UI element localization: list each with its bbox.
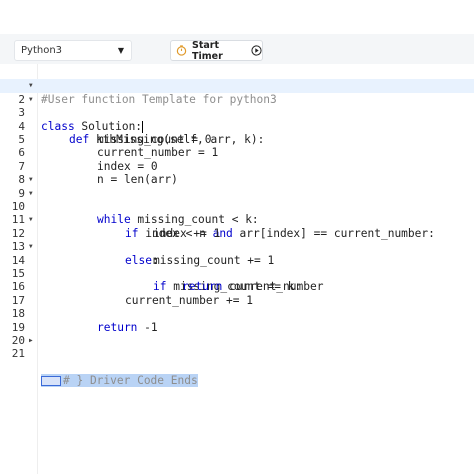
code-line[interactable]: 18 return -1 xyxy=(0,294,474,333)
start-timer-label: Start Timer xyxy=(192,39,223,62)
code-line[interactable]: 17 xyxy=(0,280,474,307)
code-line[interactable]: 4 missing_count = 0 xyxy=(0,106,474,146)
fold-arrow-icon[interactable]: ▼ xyxy=(29,93,33,106)
line-number: 21 xyxy=(11,347,25,361)
language-select[interactable]: Python3 ▼ xyxy=(14,40,132,61)
play-icon xyxy=(251,45,262,57)
code-line[interactable]: 15 return current_number xyxy=(0,254,474,293)
folded-code-marker-icon[interactable] xyxy=(41,376,61,387)
fold-arrow-icon[interactable]: ▶ xyxy=(29,334,33,347)
language-select-value: Python3 xyxy=(21,45,63,56)
fold-arrow-icon[interactable]: ▼ xyxy=(29,79,33,92)
code-line[interactable]: 14 ▼ if missing_count == k: xyxy=(0,240,474,293)
code-line[interactable]: 8 xyxy=(0,160,474,186)
code-line[interactable]: 19 xyxy=(0,307,474,334)
start-timer-button[interactable]: Start Timer xyxy=(170,39,263,62)
code-line[interactable]: 6 index = 0 xyxy=(0,133,474,172)
code-line[interactable]: 13 missing_count += 1 xyxy=(0,227,474,266)
code-line[interactable]: 1 #User function Template for python3 xyxy=(0,66,474,105)
comment-text: # } Driver Code Ends xyxy=(63,374,198,388)
code-line-active[interactable]: 2 ▼ class Solution: xyxy=(0,79,474,133)
folded-code-region[interactable]: # } Driver Code Ends xyxy=(41,374,198,388)
code-line[interactable]: 3 ▼ def kthMissing(self, arr, k): xyxy=(0,93,474,146)
code-line[interactable]: 21 ▶ # } Driver Code Ends xyxy=(0,334,474,388)
code-line[interactable]: 10 ▼ if index < n and arr[index] == curr… xyxy=(0,187,474,240)
code-line[interactable]: 12 ▼ else: xyxy=(0,213,474,266)
code-line[interactable]: 9 ▼ while missing_count < k: xyxy=(0,173,474,226)
editor-toolbar: Python3 ▼ Start Timer xyxy=(0,34,474,64)
code-line[interactable]: 5 current_number = 1 xyxy=(0,120,474,159)
code-line[interactable]: 7 n = len(arr) xyxy=(0,146,474,186)
chevron-down-icon: ▼ xyxy=(117,46,124,55)
code-line[interactable]: 16 current_number += 1 xyxy=(0,267,474,306)
fold-arrow-icon[interactable]: ▼ xyxy=(29,213,33,226)
fold-arrow-icon[interactable]: ▼ xyxy=(29,173,33,186)
code-line[interactable]: 20 xyxy=(0,321,474,347)
code-line[interactable]: 11 index += 1 xyxy=(0,200,474,239)
timer-icon xyxy=(176,45,187,57)
fold-arrow-icon[interactable]: ▼ xyxy=(29,240,33,253)
fold-arrow-icon[interactable]: ▼ xyxy=(29,187,33,200)
code-editor[interactable]: 1 #User function Template for python3 2 … xyxy=(0,64,474,474)
code-text: # } Driver Code Ends xyxy=(41,374,198,388)
